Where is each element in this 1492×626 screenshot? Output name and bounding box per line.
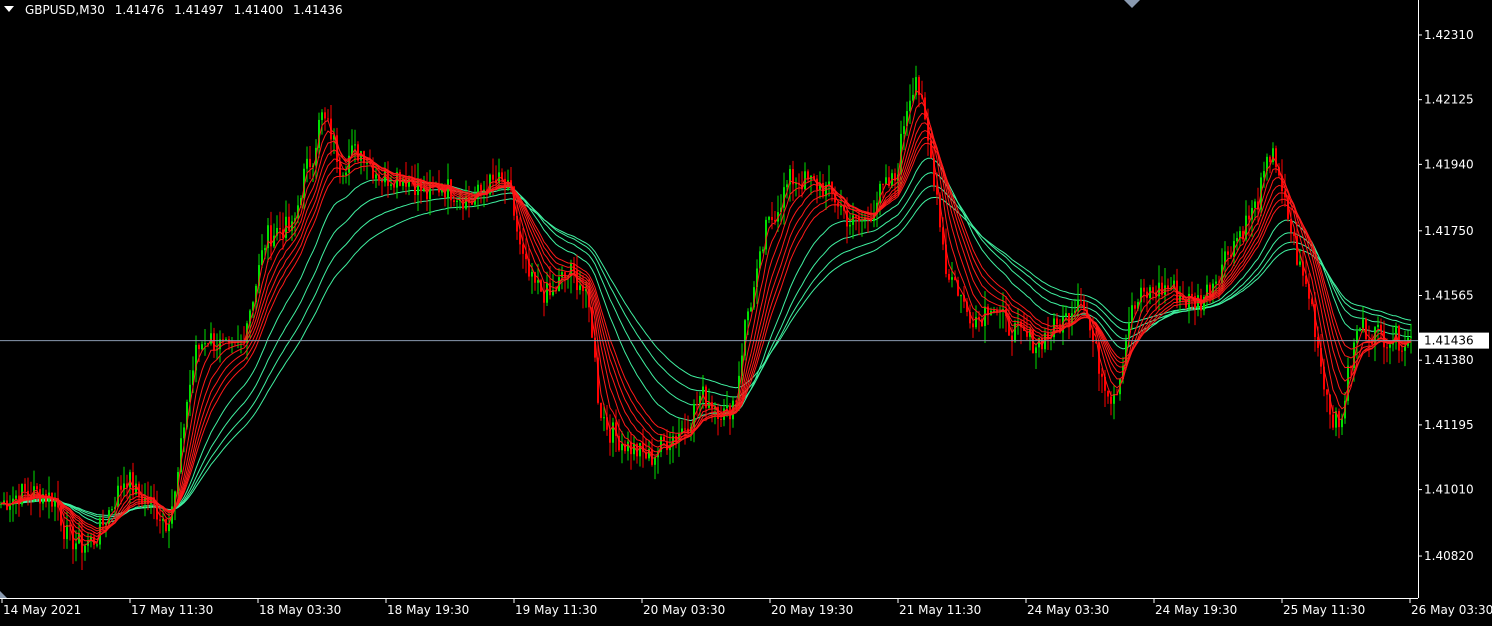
high-value: 1.41497: [174, 3, 224, 17]
x-tick-label: 26 May 03:30: [1411, 603, 1492, 617]
x-tick-label: 20 May 19:30: [771, 603, 853, 617]
x-tick-label: 17 May 11:30: [131, 603, 213, 617]
close-value: 1.41436: [293, 3, 343, 17]
candle: [1365, 317, 1367, 341]
symbol-label: GBPUSD,M30: [25, 3, 105, 17]
symbol-info-bar: GBPUSD,M30 1.41476 1.41497 1.41400 1.414…: [4, 3, 343, 17]
x-tick-label: 20 May 03:30: [643, 603, 725, 617]
x-tick-label: 14 May 2021: [3, 603, 81, 617]
open-value: 1.41476: [114, 3, 165, 17]
y-tick-label: 1.42310: [1424, 28, 1474, 42]
dropdown-triangle-icon[interactable]: [4, 6, 14, 12]
x-tick-label: 18 May 03:30: [259, 603, 341, 617]
y-tick-label: 1.41380: [1424, 353, 1474, 367]
y-tick-label: 1.42125: [1424, 93, 1474, 107]
y-tick-label: 1.41940: [1424, 157, 1474, 171]
x-tick-label: 18 May 19:30: [387, 603, 469, 617]
y-tick-label: 1.41565: [1424, 289, 1474, 303]
candle: [1014, 319, 1016, 343]
price-chart[interactable]: 1.42310 1.42125 1.41940 1.41750 1.41565 1.413…: [0, 0, 1492, 626]
y-tick-label: 1.41010: [1424, 483, 1474, 497]
x-tick-label: 21 May 11:30: [899, 603, 981, 617]
x-tick-label: 24 May 19:30: [1155, 603, 1237, 617]
y-tick-label: 1.41195: [1424, 418, 1474, 432]
current-price-tag: 1.41436: [1419, 332, 1489, 349]
x-tick-label: 19 May 11:30: [515, 603, 597, 617]
x-tick-label: 24 May 03:30: [1027, 603, 1109, 617]
x-tick-label: 25 May 11:30: [1283, 603, 1365, 617]
chart-background: [0, 0, 1492, 626]
candle: [165, 518, 167, 533]
price-tag-label: 1.41436: [1424, 334, 1474, 348]
y-tick-label: 1.40820: [1424, 549, 1474, 563]
chart-area[interactable]: 1.42310 1.42125 1.41940 1.41750 1.41565 1.413…: [0, 0, 1492, 626]
y-tick-label: 1.41750: [1424, 224, 1474, 238]
low-value: 1.41400: [233, 3, 284, 17]
